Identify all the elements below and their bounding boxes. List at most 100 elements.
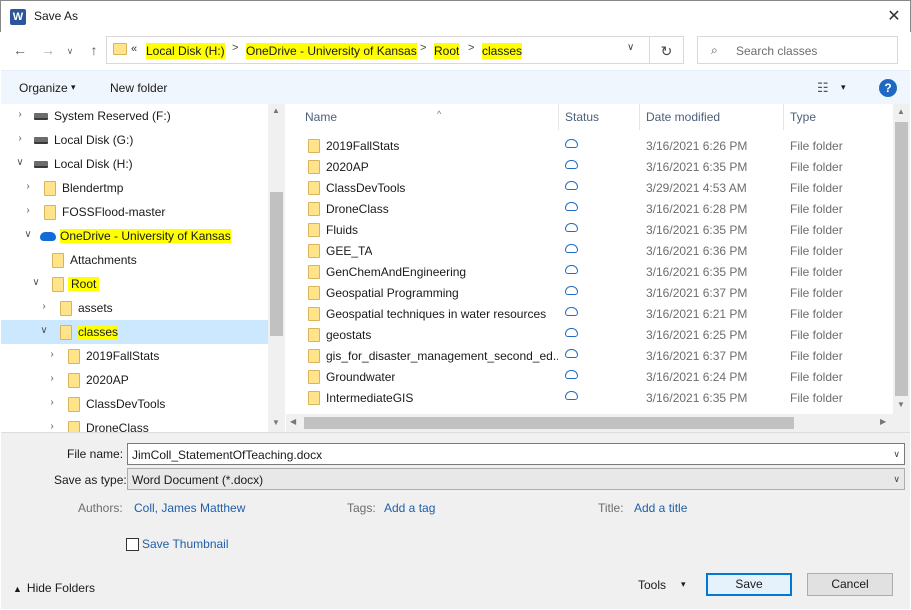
breadcrumb-separator[interactable]: > (420, 42, 426, 54)
scrollbar-thumb[interactable] (270, 192, 283, 336)
help-icon[interactable]: ? (879, 79, 897, 97)
file-list-horizontal-scrollbar[interactable]: ◀ ▶ (286, 414, 893, 432)
address-dropdown-icon[interactable]: ∨ (627, 42, 634, 53)
tree-item-assets[interactable]: › assets (1, 296, 268, 320)
breadcrumb-separator[interactable]: > (468, 42, 474, 54)
scrollbar-thumb[interactable] (304, 417, 794, 429)
forward-arrow-icon[interactable]: → (37, 39, 59, 61)
tree-item-classdevtools[interactable]: › ClassDevTools (1, 392, 268, 416)
scroll-down-icon[interactable]: ▼ (272, 418, 280, 427)
table-row[interactable]: geostats 3/16/2021 6:25 PM File folder (286, 324, 893, 345)
table-row[interactable]: ClassDevTools 3/29/2021 4:53 AM File folde… (286, 177, 893, 198)
table-row[interactable]: DroneClass 3/16/2021 6:28 PM File folder (286, 198, 893, 219)
tree-item-2020ap[interactable]: › 2020AP (1, 368, 268, 392)
view-caret-icon[interactable]: ▾ (841, 82, 846, 93)
add-tag-link[interactable]: Add a tag (384, 501, 435, 515)
date-modified-cell: 3/16/2021 6:37 PM (646, 286, 748, 300)
folder-icon (68, 421, 80, 432)
cancel-button[interactable]: Cancel (807, 573, 893, 596)
column-header-name[interactable]: Name ^ (299, 104, 559, 130)
table-row[interactable]: GenChemAndEngineering 3/16/2021 6:35 PM Fi… (286, 261, 893, 282)
breadcrumb-overflow[interactable]: « (131, 43, 137, 55)
scroll-up-icon[interactable]: ▲ (272, 106, 280, 115)
table-row[interactable]: Groundwater 3/16/2021 6:24 PM File folder (286, 366, 893, 387)
tree-item-local-disk-h[interactable]: ∨ Local Disk (H:) (1, 152, 268, 176)
organize-button[interactable]: Organize (19, 81, 68, 95)
save-as-type-select[interactable]: Word Document (*.docx) ∨ (127, 468, 905, 490)
file-name-cell: 2020AP (326, 160, 369, 174)
file-name-input[interactable]: JimColl_StatementOfTeaching.docx ∨ (127, 443, 905, 465)
chevron-right-icon[interactable]: › (23, 205, 33, 216)
table-row[interactable]: IntermediateGIS 3/16/2021 6:35 PM File fol… (286, 387, 893, 408)
chevron-right-icon[interactable]: › (47, 397, 57, 408)
address-bar[interactable]: « Local Disk (H:) > OneDrive - Universit… (106, 36, 650, 64)
tools-button[interactable]: Tools (638, 578, 666, 592)
tree-item-2019fallstats[interactable]: › 2019FallStats (1, 344, 268, 368)
chevron-right-icon[interactable]: › (15, 133, 25, 144)
chevron-down-icon[interactable]: ∨ (23, 229, 33, 240)
tree-item-onedrive[interactable]: ∨ OneDrive - University of Kansas (1, 224, 268, 248)
authors-value[interactable]: Coll, James Matthew (134, 501, 245, 515)
back-arrow-icon[interactable]: ← (9, 39, 31, 61)
save-thumbnail-label[interactable]: Save Thumbnail (142, 537, 229, 551)
breadcrumb-onedrive[interactable]: OneDrive - University of Kansas (246, 43, 417, 59)
table-row[interactable]: GEE_TA 3/16/2021 6:36 PM File folder (286, 240, 893, 261)
column-header-date[interactable]: Date modified (640, 104, 784, 130)
folder-icon (52, 253, 64, 268)
tree-item-local-disk-g[interactable]: › Local Disk (G:) (1, 128, 268, 152)
tree-item-label: classes (78, 325, 119, 339)
chevron-right-icon[interactable]: › (39, 301, 49, 312)
table-row[interactable]: Geospatial Programming 3/16/2021 6:37 PM F… (286, 282, 893, 303)
table-row[interactable]: gis_for_disaster_management_second_ed...… (286, 345, 893, 366)
search-input[interactable]: ⌕ Search classes (697, 36, 898, 64)
table-row[interactable]: Geospatial techniques in water resources… (286, 303, 893, 324)
scroll-up-icon[interactable]: ▲ (897, 107, 905, 116)
tree-item-system-reserved[interactable]: › System Reserved (F:) (1, 104, 268, 128)
tree-item-attachments[interactable]: Attachments (1, 248, 268, 272)
chevron-right-icon[interactable]: › (15, 109, 25, 120)
table-row[interactable]: 2020AP 3/16/2021 6:35 PM File folder (286, 156, 893, 177)
breadcrumb-classes[interactable]: classes (482, 43, 523, 59)
scrollbar-thumb[interactable] (895, 122, 908, 396)
breadcrumb-local-disk-h[interactable]: Local Disk (H:) (146, 43, 225, 59)
new-folder-button[interactable]: New folder (110, 81, 167, 95)
scroll-down-icon[interactable]: ▼ (897, 400, 905, 409)
chevron-down-icon[interactable]: ∨ (893, 449, 900, 460)
recent-locations-chevron-icon[interactable]: ∨ (63, 40, 77, 62)
up-arrow-icon[interactable]: ↑ (83, 39, 105, 61)
tree-item-blendertmp[interactable]: › Blendertmp (1, 176, 268, 200)
table-row[interactable]: 2019FallStats 3/16/2021 6:26 PM File folde… (286, 135, 893, 156)
column-header-type[interactable]: Type (784, 104, 893, 130)
chevron-right-icon[interactable]: › (47, 373, 57, 384)
breadcrumb-root[interactable]: Root (434, 43, 460, 59)
tree-item-root[interactable]: ∨ Root (1, 272, 268, 296)
save-button[interactable]: Save (706, 573, 792, 596)
chevron-down-icon[interactable]: ∨ (15, 157, 25, 168)
breadcrumb-separator[interactable]: > (232, 42, 238, 54)
tree-item-fossflood[interactable]: › FOSSFlood-master (1, 200, 268, 224)
table-row[interactable]: Fluids 3/16/2021 6:35 PM File folder (286, 219, 893, 240)
hide-folders-button[interactable]: ▲ Hide Folders (13, 581, 95, 595)
chevron-right-icon[interactable]: › (23, 181, 33, 192)
organize-caret-icon[interactable]: ▾ (71, 82, 76, 93)
scroll-left-icon[interactable]: ◀ (290, 417, 296, 426)
view-options-icon[interactable]: ☷ (817, 80, 829, 96)
nav-pane-scrollbar[interactable]: ▲ ▼ (268, 104, 285, 432)
save-thumbnail-checkbox[interactable] (126, 538, 139, 551)
tree-item-classes[interactable]: ∨ classes (1, 320, 268, 344)
window-title: Save As (34, 9, 79, 23)
chevron-down-icon[interactable]: ∨ (39, 325, 49, 336)
type-cell: File folder (790, 370, 843, 384)
refresh-icon[interactable]: ↻ (650, 36, 684, 64)
column-header-status[interactable]: Status (559, 104, 640, 130)
tree-item-droneclass[interactable]: › DroneClass (1, 416, 268, 432)
file-list-vertical-scrollbar[interactable]: ▲ ▼ (893, 104, 910, 414)
scroll-right-icon[interactable]: ▶ (880, 417, 886, 426)
chevron-right-icon[interactable]: › (47, 349, 57, 360)
add-title-link[interactable]: Add a title (634, 501, 687, 515)
chevron-down-icon[interactable]: ∨ (893, 474, 900, 485)
close-button[interactable]: ✕ (877, 3, 911, 31)
tools-caret-icon[interactable]: ▾ (681, 579, 686, 590)
chevron-down-icon[interactable]: ∨ (31, 277, 41, 288)
chevron-right-icon[interactable]: › (47, 421, 57, 432)
